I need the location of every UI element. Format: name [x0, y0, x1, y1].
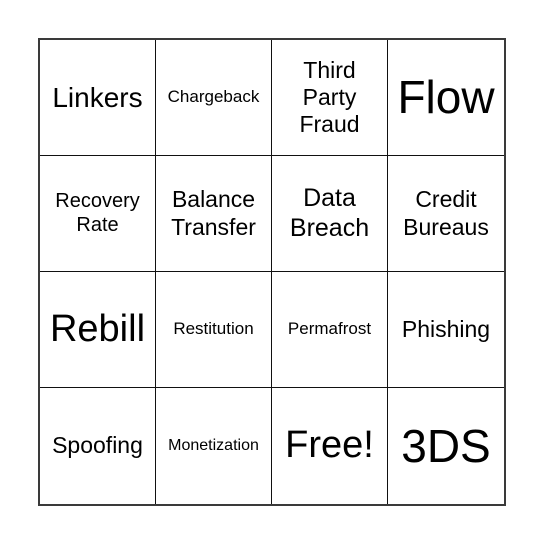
cell-label: Recovery Rate: [55, 189, 140, 236]
cell-label: Phishing: [401, 315, 491, 342]
bingo-cell-third-party-fraud[interactable]: Third Party Fraud: [272, 40, 388, 156]
bingo-cell-chargeback[interactable]: Chargeback: [156, 40, 272, 156]
cell-label: Free!: [285, 424, 374, 467]
bingo-cell-free-space[interactable]: Free!: [272, 388, 388, 504]
bingo-cell-data-breach[interactable]: Data Breach: [272, 156, 388, 272]
bingo-cell-restitution[interactable]: Restitution: [156, 272, 272, 388]
bingo-cell-linkers[interactable]: Linkers: [40, 40, 156, 156]
cell-label: Linkers: [52, 81, 143, 113]
cell-label: Third Party Fraud: [299, 56, 360, 138]
bingo-board: Linkers Chargeback Third Party Fraud Flo…: [38, 38, 506, 506]
bingo-cell-spoofing[interactable]: Spoofing: [40, 388, 156, 504]
cell-label: Permafrost: [287, 319, 372, 339]
cell-label: 3DS: [401, 419, 491, 472]
bingo-cell-balance-transfer[interactable]: Balance Transfer: [156, 156, 272, 272]
bingo-cell-monetization[interactable]: Monetization: [156, 388, 272, 504]
bingo-cell-recovery-rate[interactable]: Recovery Rate: [40, 156, 156, 272]
cell-label: Monetization: [168, 436, 259, 454]
cell-label: Balance Transfer: [171, 186, 256, 240]
bingo-cell-permafrost[interactable]: Permafrost: [272, 272, 388, 388]
bingo-cell-credit-bureaus[interactable]: Credit Bureaus: [388, 156, 504, 272]
cell-label: Chargeback: [167, 87, 260, 107]
cell-label: Data Breach: [289, 184, 370, 242]
cell-label: Credit Bureaus: [403, 186, 489, 240]
bingo-cell-phishing[interactable]: Phishing: [388, 272, 504, 388]
bingo-cell-flow[interactable]: Flow: [388, 40, 504, 156]
cell-label: Flow: [397, 71, 495, 124]
cell-label: Spoofing: [52, 432, 143, 459]
cell-label: Restitution: [173, 319, 254, 339]
bingo-cell-rebill[interactable]: Rebill: [40, 272, 156, 388]
cell-label: Rebill: [49, 307, 146, 350]
bingo-cell-3ds[interactable]: 3DS: [388, 388, 504, 504]
